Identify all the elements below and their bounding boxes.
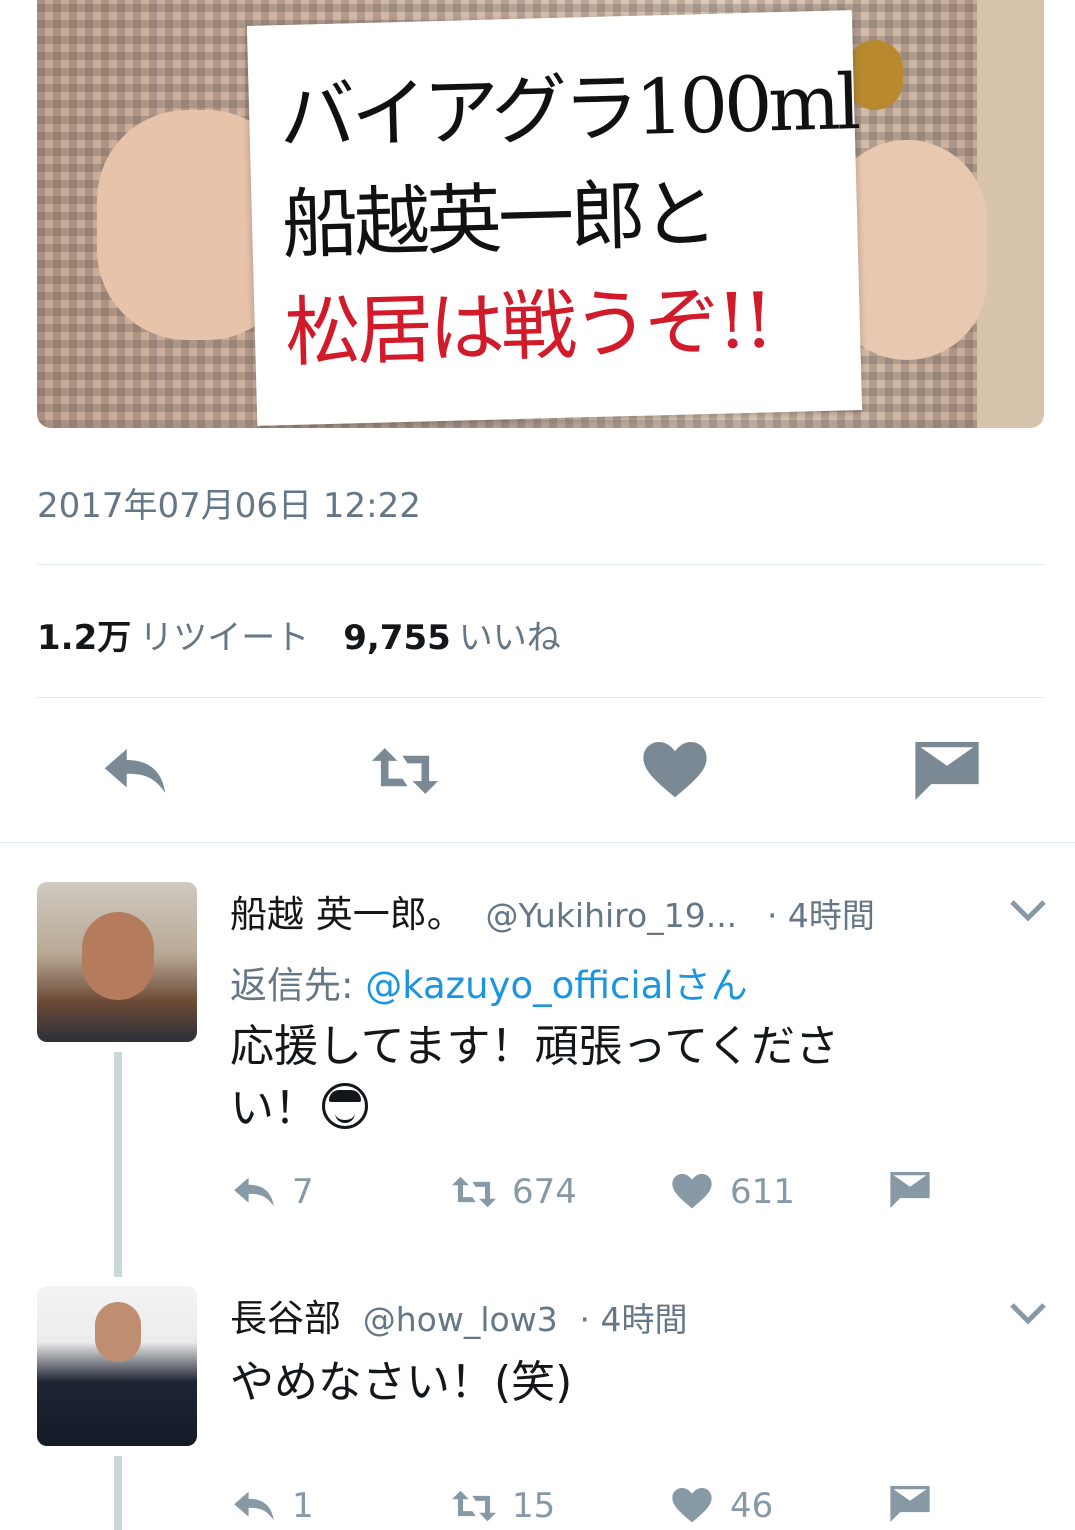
reply-action-button[interactable]: 7 bbox=[232, 1172, 314, 1212]
user-handle[interactable]: @Yukihiro_19... bbox=[486, 896, 738, 935]
divider bbox=[0, 842, 1075, 843]
envelope-icon bbox=[890, 1172, 930, 1208]
tweet-timestamp[interactable]: 2017年07月06日 12:22 bbox=[37, 478, 421, 527]
chevron-down-icon bbox=[1010, 900, 1046, 922]
reply-text: やめなさい！(笑) bbox=[230, 1352, 930, 1414]
reply-header: 船越 英一郎。 @Yukihiro_19... · 4時間 bbox=[230, 884, 875, 938]
sign-line-3: 松居は戦うぞ!! bbox=[283, 275, 771, 378]
dm-action-button[interactable] bbox=[888, 1486, 948, 1522]
divider bbox=[37, 697, 1044, 698]
handwritten-sign: バイアグラ100ml 船越英一郎と 松居は戦うぞ!! bbox=[246, 10, 863, 426]
like-count: 611 bbox=[730, 1172, 795, 1212]
tweet-photo[interactable]: バイアグラ100ml 船越英一郎と 松居は戦うぞ!! bbox=[37, 0, 1044, 428]
like-count: 46 bbox=[730, 1486, 774, 1526]
divider bbox=[37, 564, 1044, 565]
chevron-down-icon bbox=[1010, 1303, 1046, 1325]
like-action-button[interactable]: 46 bbox=[670, 1486, 773, 1526]
tweet-stats: 1.2万 リツイート 9,755 いいね bbox=[37, 610, 561, 659]
more-options-button[interactable] bbox=[1008, 895, 1048, 925]
reply-icon bbox=[234, 1177, 274, 1207]
envelope-icon bbox=[915, 742, 979, 800]
retweet-count[interactable]: 1.2万 bbox=[37, 618, 131, 658]
like-action-button[interactable]: 611 bbox=[670, 1172, 795, 1212]
reply-count: 1 bbox=[292, 1486, 314, 1526]
reply-text-line-2: い！ bbox=[230, 1083, 318, 1134]
avatar[interactable] bbox=[37, 1286, 197, 1446]
reply-action-button[interactable]: 1 bbox=[232, 1486, 314, 1526]
reply-time[interactable]: · 4時間 bbox=[579, 1300, 687, 1339]
reply-header: 長谷部 @how_low3 · 4時間 bbox=[230, 1288, 687, 1342]
reply-text-line-1: やめなさい！(笑) bbox=[230, 1357, 573, 1408]
reply-icon bbox=[234, 1491, 274, 1521]
replying-to-link[interactable]: @kazuyo_official bbox=[365, 964, 673, 1007]
reply-time[interactable]: · 4時間 bbox=[767, 896, 875, 935]
reply-button[interactable] bbox=[100, 740, 170, 802]
retweet-label[interactable]: リツイート bbox=[139, 618, 309, 658]
retweet-count: 15 bbox=[512, 1486, 556, 1526]
direct-message-button[interactable] bbox=[912, 740, 982, 802]
reply-text: 応援してます！頑張ってくださ い！ bbox=[230, 1016, 930, 1140]
like-label[interactable]: いいね bbox=[459, 618, 561, 658]
replying-to: 返信先: @kazuyo_officialさん bbox=[230, 955, 748, 1009]
retweet-icon bbox=[452, 1176, 496, 1208]
retweet-action-button[interactable]: 674 bbox=[452, 1172, 577, 1212]
police-emoji-icon bbox=[322, 1083, 368, 1129]
heart-icon bbox=[672, 1488, 712, 1523]
reply-icon bbox=[104, 749, 166, 793]
user-handle[interactable]: @how_low3 bbox=[363, 1300, 558, 1339]
avatar-face bbox=[82, 912, 154, 1000]
envelope-icon bbox=[890, 1486, 930, 1522]
dm-action-button[interactable] bbox=[888, 1172, 948, 1208]
replying-to-suffix[interactable]: さん bbox=[674, 964, 748, 1007]
thread-line bbox=[114, 1052, 122, 1277]
heart-icon bbox=[672, 1174, 712, 1209]
like-count[interactable]: 9,755 bbox=[343, 618, 451, 658]
display-name[interactable]: 船越 英一郎。 bbox=[230, 893, 464, 936]
more-options-button[interactable] bbox=[1008, 1298, 1048, 1328]
retweet-icon bbox=[452, 1490, 496, 1522]
sign-line-1: バイアグラ100ml bbox=[278, 57, 858, 162]
retweet-action-button[interactable]: 15 bbox=[452, 1486, 555, 1526]
sign-line-2: 船越英一郎と bbox=[280, 168, 716, 270]
avatar[interactable] bbox=[37, 882, 197, 1042]
display-name[interactable]: 長谷部 bbox=[230, 1297, 341, 1340]
retweet-count: 674 bbox=[512, 1172, 577, 1212]
reply-text-line-1: 応援してます！頑張ってくださ bbox=[230, 1021, 839, 1072]
reply-count: 7 bbox=[292, 1172, 314, 1212]
photo-wall bbox=[977, 0, 1044, 428]
retweet-button[interactable] bbox=[370, 740, 440, 802]
replying-prefix: 返信先: bbox=[230, 964, 354, 1007]
retweet-icon bbox=[372, 748, 438, 794]
avatar-face bbox=[95, 1302, 141, 1362]
thread-line bbox=[114, 1456, 122, 1530]
heart-icon bbox=[643, 742, 707, 798]
like-button[interactable] bbox=[640, 740, 710, 802]
